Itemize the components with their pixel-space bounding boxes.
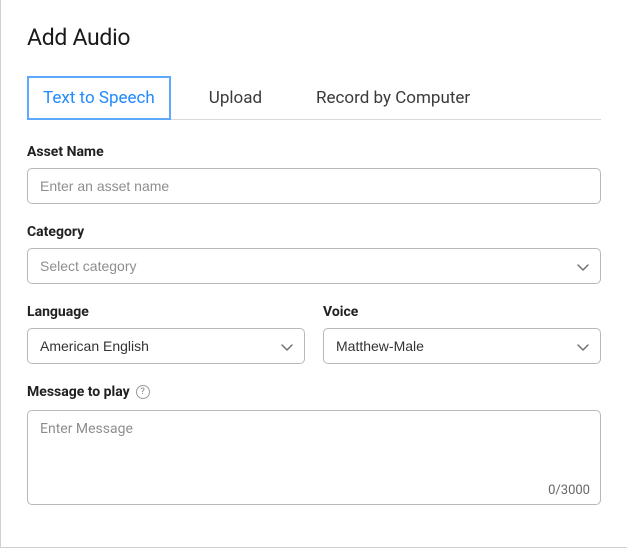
message-textarea[interactable] bbox=[28, 411, 600, 479]
dialog-title: Add Audio bbox=[27, 24, 601, 51]
message-textarea-wrapper: 0/3000 bbox=[27, 410, 601, 505]
char-counter: 0/3000 bbox=[28, 483, 600, 504]
category-label: Category bbox=[27, 224, 601, 240]
voice-group: Voice Matthew-Male bbox=[323, 304, 601, 364]
category-select-wrapper: Select category bbox=[27, 248, 601, 284]
voice-label: Voice bbox=[323, 304, 601, 320]
tabs: Text to Speech Upload Record by Computer bbox=[27, 75, 601, 120]
category-select[interactable]: Select category bbox=[27, 248, 601, 284]
help-icon[interactable]: ? bbox=[136, 385, 150, 399]
tab-record-by-computer[interactable]: Record by Computer bbox=[300, 76, 486, 120]
asset-name-label: Asset Name bbox=[27, 144, 601, 160]
voice-select[interactable]: Matthew-Male bbox=[323, 328, 601, 364]
language-select-wrapper: American English bbox=[27, 328, 305, 364]
language-label: Language bbox=[27, 304, 305, 320]
add-audio-dialog: Add Audio Text to Speech Upload Record b… bbox=[0, 0, 627, 548]
category-group: Category Select category bbox=[27, 224, 601, 284]
message-label: Message to play bbox=[27, 384, 130, 400]
tab-upload[interactable]: Upload bbox=[193, 76, 278, 120]
asset-name-group: Asset Name bbox=[27, 144, 601, 204]
tab-text-to-speech[interactable]: Text to Speech bbox=[27, 76, 171, 120]
asset-name-input[interactable] bbox=[27, 168, 601, 204]
language-select[interactable]: American English bbox=[27, 328, 305, 364]
language-group: Language American English bbox=[27, 304, 305, 364]
voice-select-wrapper: Matthew-Male bbox=[323, 328, 601, 364]
message-group: Message to play ? 0/3000 bbox=[27, 384, 601, 505]
